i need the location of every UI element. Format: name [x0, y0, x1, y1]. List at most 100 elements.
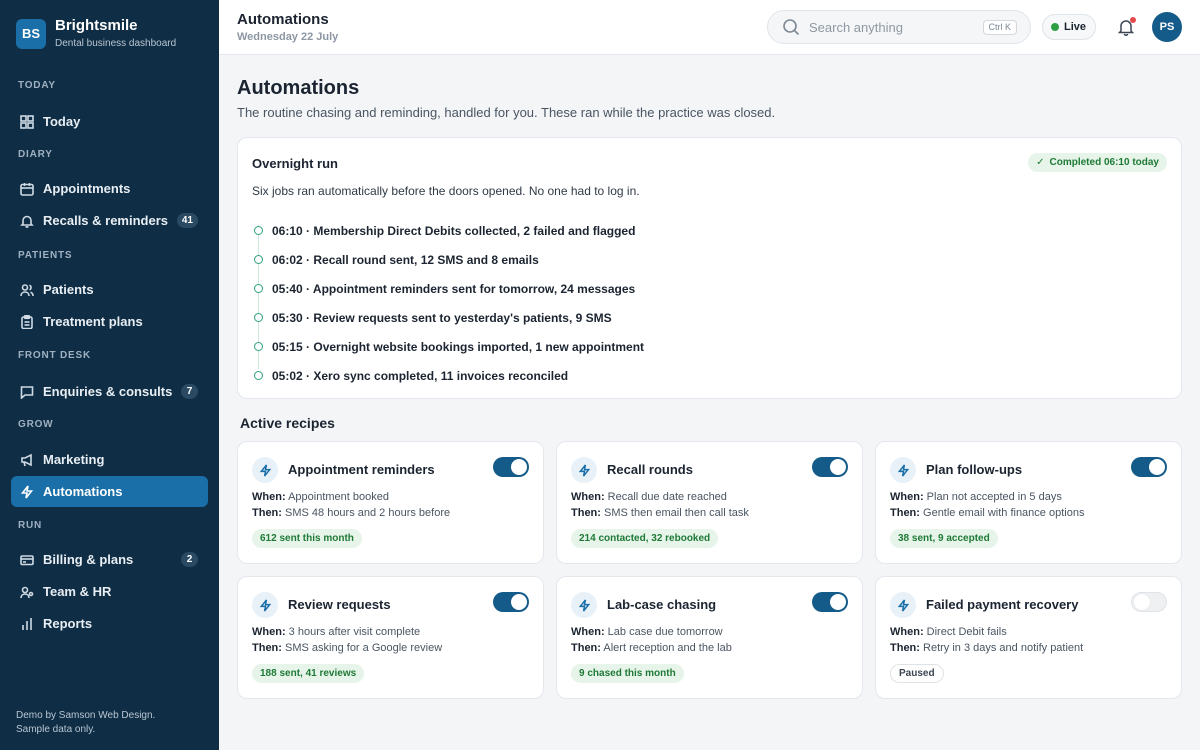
then-text: Alert reception and the lab [603, 642, 732, 654]
topbar: Automations Wednesday 22 July Ctrl K Liv… [219, 0, 1200, 55]
timeline-dot-icon [254, 313, 263, 322]
then-label: Then: [890, 642, 920, 654]
bolt-icon [20, 485, 34, 499]
search-shortcut: Ctrl K [982, 20, 1017, 35]
sidebar-item-enquiries[interactable]: Enquiries & consults 7 [11, 376, 208, 407]
status-text: Completed 06:10 today [1049, 157, 1159, 168]
recipe-card[interactable]: Failed payment recovery When: Direct Deb… [875, 576, 1182, 699]
recipe-then: Then: Retry in 3 days and notify patient [890, 642, 1083, 654]
brand-subtitle: Dental business dashboard [55, 38, 177, 49]
run-title: Overnight run [252, 156, 338, 171]
footer-line: Sample data only. [16, 724, 96, 735]
sidebar-item-marketing[interactable]: Marketing [11, 444, 208, 475]
recipe-card[interactable]: Plan follow-ups When: Plan not accepted … [875, 441, 1182, 564]
bars-icon [20, 617, 34, 631]
recipe-stat-badge: 188 sent, 41 reviews [252, 664, 365, 683]
bolt-icon [890, 457, 916, 483]
toggle-knob [830, 459, 846, 475]
topbar-date: Wednesday 22 July [237, 31, 339, 43]
then-label: Then: [890, 507, 920, 519]
timeline-dot-icon [254, 255, 263, 264]
timeline-text: 05:15 · Overnight website bookings impor… [272, 339, 645, 354]
when-text: Lab case due tomorrow [607, 626, 723, 638]
then-text: Retry in 3 days and notify patient [923, 642, 1084, 654]
recipe-when: When: Lab case due tomorrow [571, 626, 723, 638]
recipe-toggle[interactable] [812, 592, 848, 612]
recipe-toggle[interactable] [1131, 457, 1167, 477]
sidebar-item-team[interactable]: Team & HR [11, 576, 208, 607]
recipe-when: When: Plan not accepted in 5 days [890, 491, 1062, 503]
sidebar-item-label: Marketing [43, 452, 105, 467]
timeline-text: 06:02 · Recall round sent, 12 SMS and 8 … [272, 252, 539, 267]
overnight-run-card: Overnight run ✓ Completed 06:10 today Si… [237, 137, 1182, 399]
timeline-item: 06:10 · Membership Direct Debits collect… [252, 216, 1152, 245]
recipe-card[interactable]: Recall rounds When: Recall due date reac… [556, 441, 863, 564]
recipe-then: Then: Alert reception and the lab [571, 642, 732, 654]
nav-section-diary: DIARY Appointments Recalls & reminders 4… [0, 148, 219, 236]
timeline: 06:10 · Membership Direct Debits collect… [252, 216, 1152, 390]
timeline-dot-icon [254, 284, 263, 293]
recipe-stat-badge: 9 chased this month [571, 664, 684, 683]
timeline-item: 05:02 · Xero sync completed, 11 invoices… [252, 361, 1152, 390]
recipe-toggle[interactable] [493, 457, 529, 477]
timeline-text: 05:02 · Xero sync completed, 11 invoices… [272, 368, 569, 383]
sidebar-item-reports[interactable]: Reports [11, 608, 208, 639]
when-text: 3 hours after visit complete [288, 626, 421, 638]
page-description: The routine chasing and reminding, handl… [237, 105, 776, 120]
sidebar-item-automations[interactable]: Automations [11, 476, 208, 507]
when-text: Recall due date reached [607, 491, 727, 503]
sidebar-item-label: Reports [43, 616, 93, 631]
when-label: When: [571, 491, 605, 503]
then-label: Then: [571, 507, 601, 519]
sidebar-item-billing[interactable]: Billing & plans 2 [11, 544, 208, 575]
live-status[interactable]: Live [1042, 14, 1097, 40]
nav-heading: PATIENTS [18, 250, 73, 261]
when-label: When: [252, 626, 286, 638]
bolt-icon [571, 592, 597, 618]
recipe-stat-badge: Paused [890, 664, 944, 683]
live-dot-icon [1051, 23, 1059, 31]
recipe-then: Then: SMS 48 hours and 2 hours before [252, 507, 450, 519]
count-badge: 2 [181, 552, 198, 567]
notifications-button[interactable] [1117, 17, 1136, 36]
sidebar-item-treatment-plans[interactable]: Treatment plans [11, 306, 208, 337]
timeline-item: 05:15 · Overnight website bookings impor… [252, 332, 1152, 361]
when-text: Appointment booked [288, 491, 389, 503]
recipe-then: Then: SMS then email then call task [571, 507, 749, 519]
recipe-card[interactable]: Appointment reminders When: Appointment … [237, 441, 544, 564]
sidebar-item-label: Recalls & reminders [43, 213, 169, 228]
recipe-title: Failed payment recovery [926, 597, 1079, 612]
recipe-card[interactable]: Lab-case chasing When: Lab case due tomo… [556, 576, 863, 699]
brand[interactable]: BS Brightsmile Dental business dashboard [16, 18, 176, 49]
sidebar-item-label: Automations [43, 484, 123, 499]
timeline-text: 05:40 · Appointment reminders sent for t… [272, 281, 636, 296]
sidebar-item-patients[interactable]: Patients [11, 274, 208, 305]
sidebar-item-today[interactable]: Today [11, 106, 208, 137]
recipe-toggle[interactable] [1131, 592, 1167, 612]
when-label: When: [571, 626, 605, 638]
search-box[interactable]: Ctrl K [767, 10, 1031, 44]
search-input[interactable] [809, 19, 979, 35]
sidebar: BS Brightsmile Dental business dashboard… [0, 0, 219, 750]
when-text: Plan not accepted in 5 days [926, 491, 1062, 503]
recipes-title: Active recipes [240, 415, 335, 431]
recipe-card[interactable]: Review requests When: 3 hours after visi… [237, 576, 544, 699]
brand-logo: BS [16, 18, 46, 49]
sidebar-item-label: Today [43, 114, 81, 129]
avatar[interactable]: PS [1152, 12, 1182, 42]
nav-heading: RUN [18, 520, 43, 531]
recipe-stat-badge: 612 sent this month [252, 529, 362, 548]
nav-section-patients: PATIENTS Patients Treatment plans [0, 249, 219, 337]
recipe-then: Then: SMS asking for a Google review [252, 642, 442, 654]
timeline-item: 05:30 · Review requests sent to yesterda… [252, 303, 1152, 332]
sidebar-item-recalls[interactable]: Recalls & reminders 41 [11, 205, 208, 236]
recipe-toggle[interactable] [812, 457, 848, 477]
sidebar-item-label: Patients [43, 282, 94, 297]
then-text: Gentle email with finance options [923, 507, 1085, 519]
recipe-toggle[interactable] [493, 592, 529, 612]
recipe-when: When: 3 hours after visit complete [252, 626, 420, 638]
count-badge: 41 [176, 213, 198, 228]
timeline-text: 06:10 · Membership Direct Debits collect… [272, 223, 636, 238]
bolt-icon [890, 592, 916, 618]
sidebar-item-appointments[interactable]: Appointments [11, 173, 208, 204]
